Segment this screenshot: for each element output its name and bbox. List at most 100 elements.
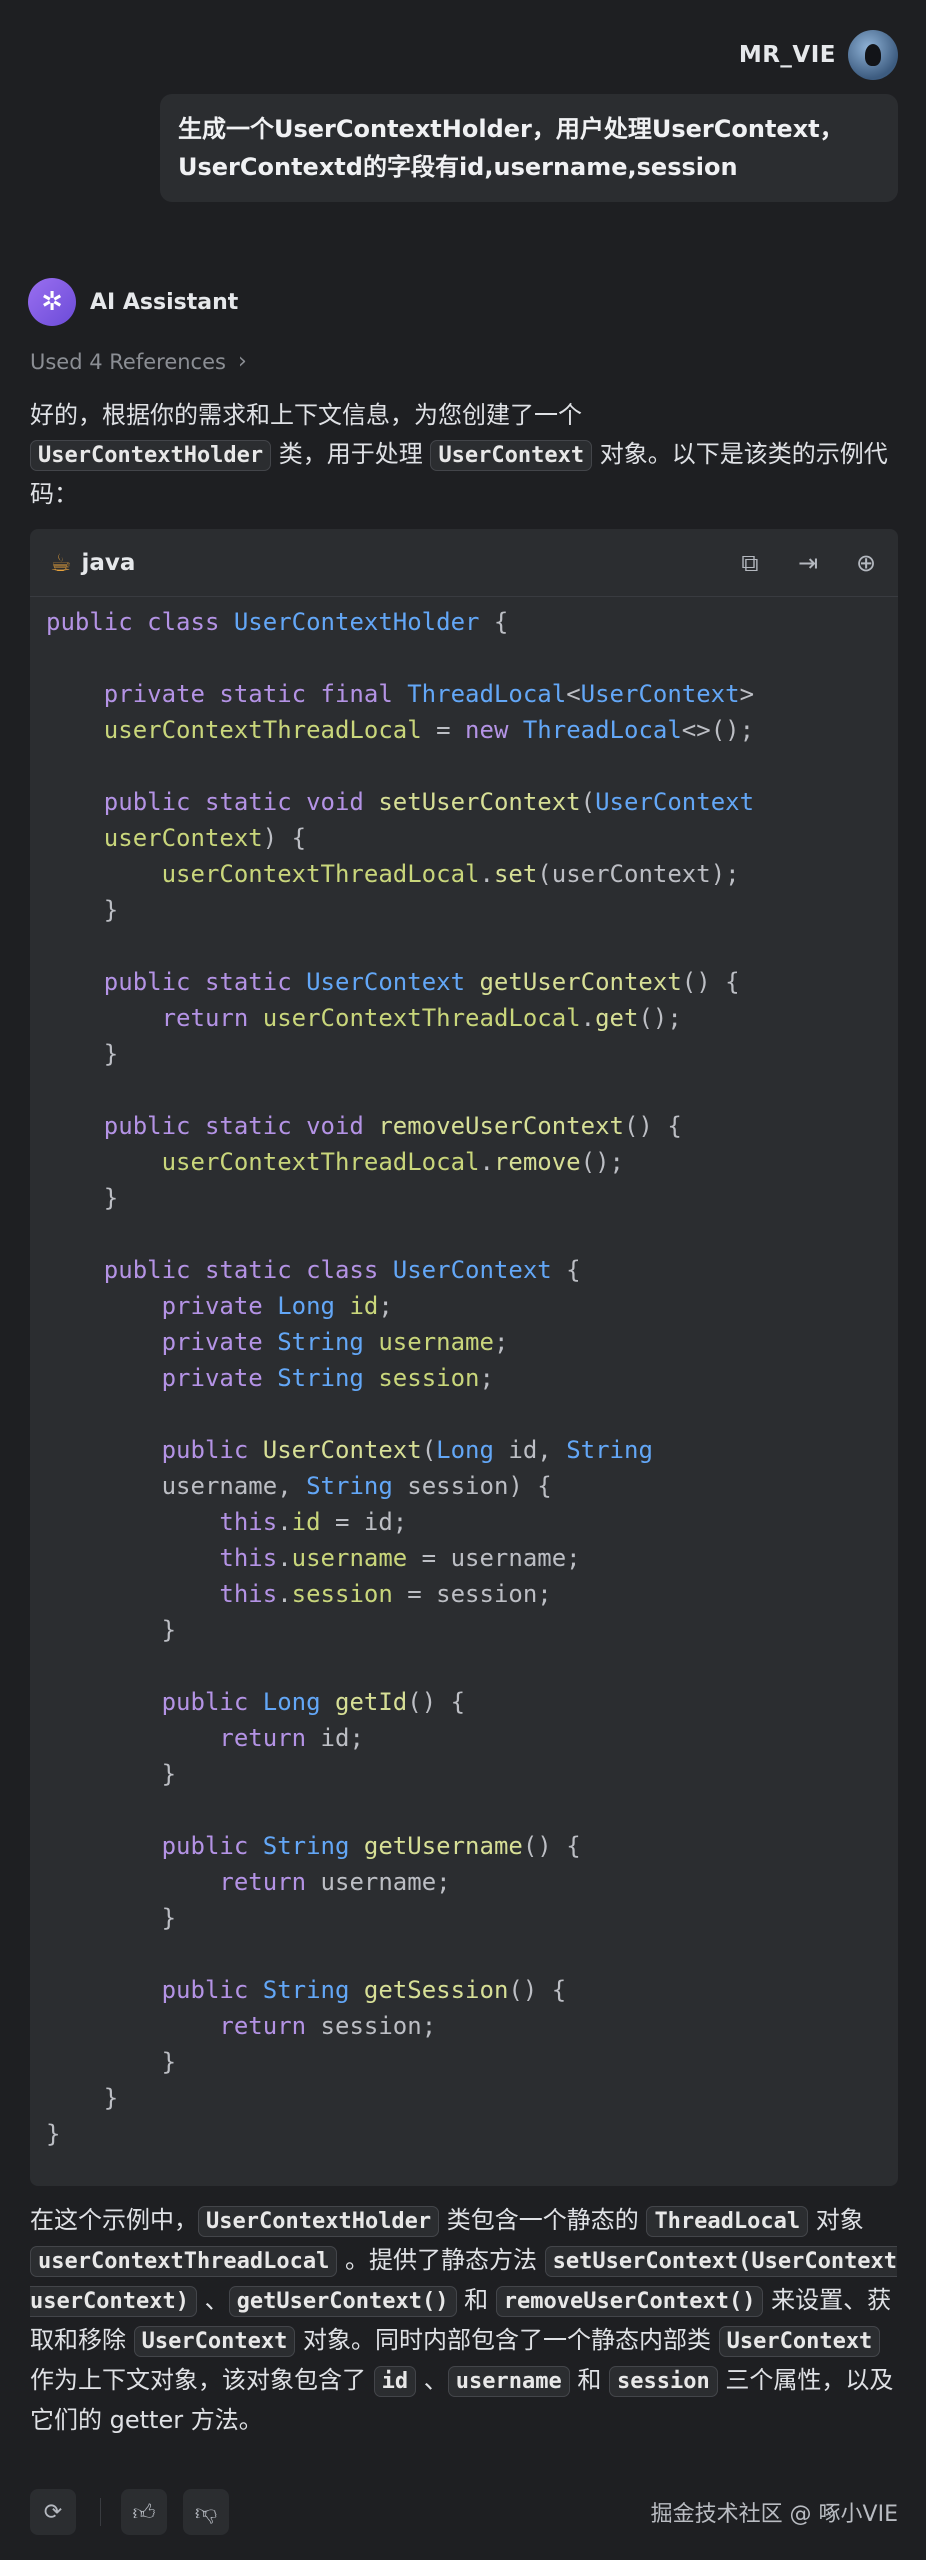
avatar-bird-icon bbox=[865, 44, 881, 66]
inline-code: UserContext bbox=[133, 2326, 296, 2357]
references-toggle[interactable]: Used 4 References › bbox=[30, 349, 247, 374]
code-token: String bbox=[277, 1328, 379, 1356]
code-line: } bbox=[46, 896, 118, 924]
code-token: } bbox=[46, 2048, 177, 2076]
code-token: id; bbox=[320, 1724, 364, 1752]
code-line: private static final ThreadLocal<UserCon… bbox=[46, 680, 754, 708]
code-token: public bbox=[161, 1436, 263, 1464]
copy-icon[interactable]: ⧉ bbox=[738, 549, 762, 577]
user-message-line-2: UserContextd的字段有id,username,session bbox=[178, 153, 738, 181]
thumbs-down-icon[interactable]: 👎︎ bbox=[183, 2489, 229, 2535]
explanation-text: 对象 bbox=[808, 2206, 864, 2234]
code-line: public static class UserContext { bbox=[46, 1256, 581, 1284]
code-token: get bbox=[595, 1004, 639, 1032]
explanation-text: 在这个示例中， bbox=[30, 2206, 198, 2234]
code-token: } bbox=[46, 896, 119, 924]
code-token: () { bbox=[623, 1112, 682, 1140]
code-token: this bbox=[219, 1508, 278, 1536]
intro-text-a: 好的，根据你的需求和上下文信息，为您创建了一个 bbox=[30, 401, 582, 429]
coffee-cup-icon: ☕ bbox=[50, 548, 72, 577]
code-token: private static final bbox=[103, 680, 408, 708]
code-actions: ⧉ ⇥ ⊕ bbox=[738, 549, 878, 577]
code-line: public static UserContext getUserContext… bbox=[46, 968, 740, 996]
explanation-text: 。提供了静态方法 bbox=[337, 2246, 545, 2274]
code-token: = username; bbox=[407, 1544, 581, 1572]
code-line: } bbox=[46, 1616, 176, 1644]
code-token: () { bbox=[407, 1688, 466, 1716]
code-token: } bbox=[46, 1040, 119, 1068]
code-token: UserContextHolder bbox=[233, 608, 480, 636]
code-token: return bbox=[219, 1724, 321, 1752]
code-token: session; bbox=[320, 2012, 437, 2040]
new-file-icon[interactable]: ⊕ bbox=[854, 549, 878, 577]
code-line: userContextThreadLocal.remove(); bbox=[46, 1148, 624, 1176]
code-token: public static class bbox=[103, 1256, 393, 1284]
code-token: session bbox=[378, 1364, 480, 1392]
insert-at-caret-icon[interactable]: ⇥ bbox=[796, 549, 820, 577]
code-token: String bbox=[262, 1976, 364, 2004]
code-language: java bbox=[81, 549, 136, 576]
explanation-text: 和 bbox=[456, 2286, 496, 2314]
code-token: Long bbox=[262, 1688, 335, 1716]
code-token: (); bbox=[638, 1004, 682, 1032]
code-line: public Long getId() { bbox=[46, 1688, 465, 1716]
code-line: public class UserContextHolder { bbox=[46, 608, 508, 636]
code-text: public class UserContextHolder { private… bbox=[30, 604, 898, 2152]
code-token: } bbox=[46, 2120, 61, 2148]
code-token: = id; bbox=[320, 1508, 408, 1536]
code-token: getUsername bbox=[363, 1832, 523, 1860]
inline-code: UserContextHolder bbox=[30, 440, 272, 471]
code-token: ; bbox=[493, 1328, 509, 1356]
code-token: userContextThreadLocal bbox=[103, 716, 422, 744]
code-token: getId bbox=[335, 1688, 408, 1716]
code-line: username, String session) { bbox=[46, 1472, 552, 1500]
intro-text-b: 类，用于处理 bbox=[271, 440, 431, 468]
code-token: getSession bbox=[363, 1976, 509, 2004]
code-token: private bbox=[161, 1328, 278, 1356]
code-token: public bbox=[161, 1832, 263, 1860]
inline-code: UserContext bbox=[430, 440, 593, 471]
code-token: { bbox=[551, 1256, 581, 1284]
code-line: } bbox=[46, 2084, 118, 2112]
code-token: public bbox=[161, 1976, 263, 2004]
code-token: return bbox=[161, 1004, 263, 1032]
code-token: public class bbox=[46, 608, 234, 636]
assistant-intro: 好的，根据你的需求和上下文信息，为您创建了一个 UserContextHolde… bbox=[30, 396, 900, 514]
inline-code: session bbox=[609, 2366, 718, 2397]
watermark: 掘金技术社区 @ 啄小VIE bbox=[650, 2502, 898, 2527]
code-token: } bbox=[46, 2084, 119, 2112]
code-token: = session; bbox=[392, 1580, 552, 1608]
code-block-header: ☕ java ⧉ ⇥ ⊕ bbox=[30, 529, 898, 597]
thumbs-up-icon[interactable]: 👍︎ bbox=[121, 2489, 167, 2535]
code-token: return bbox=[219, 2012, 321, 2040]
explanation-text: 和 bbox=[569, 2366, 610, 2394]
code-token: username; bbox=[320, 1868, 451, 1896]
sparkle-icon: ✲ bbox=[28, 278, 76, 326]
explanation-text: 、 bbox=[196, 2286, 229, 2314]
code-line: public static void setUserContext(UserCo… bbox=[46, 788, 754, 816]
code-token: private bbox=[161, 1292, 278, 1320]
code-token: ThreadLocal bbox=[407, 680, 567, 708]
code-token: <>(); bbox=[681, 716, 755, 744]
code-token: String bbox=[262, 1832, 364, 1860]
inline-code: username bbox=[447, 2366, 570, 2397]
code-token: (userContext); bbox=[537, 860, 740, 888]
code-line: private String username; bbox=[46, 1328, 509, 1356]
code-token: Long bbox=[436, 1436, 509, 1464]
code-token: . bbox=[277, 1508, 292, 1536]
refresh-icon[interactable]: ⟳ bbox=[30, 2489, 76, 2535]
inline-code: userContextThreadLocal bbox=[30, 2246, 338, 2277]
code-token: ( bbox=[421, 1436, 437, 1464]
